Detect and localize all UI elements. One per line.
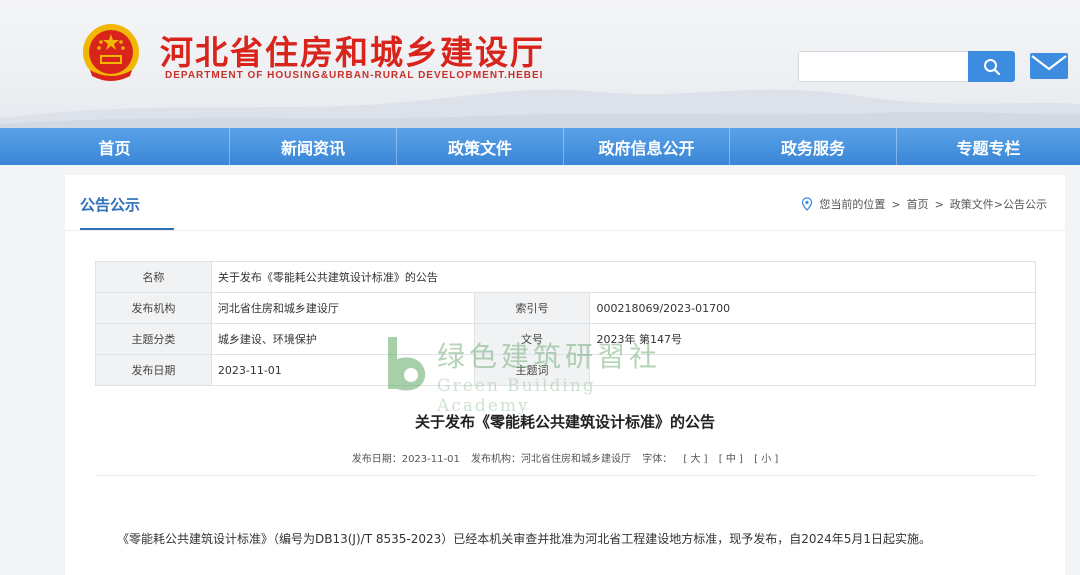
document-title: 关于发布《零能耗公共建筑设计标准》的公告: [414, 413, 715, 431]
document-body: 《零能耗公共建筑设计标准》（编号为DB13(J)/T 8535-2023）已经本…: [117, 532, 932, 546]
breadcrumb: 您当前的位置 > 首页 > 政策文件>公告公示: [801, 196, 1047, 212]
document-org: 发布机构：河北省住房和城乡建设厅: [471, 454, 632, 465]
nav-item-news[interactable]: 新闻资讯: [230, 128, 397, 165]
divider: [95, 475, 1036, 476]
search-icon: [983, 58, 1000, 75]
location-pin-icon: [802, 197, 813, 211]
font-size-small-button[interactable]: [ 小 ]: [754, 454, 778, 465]
breadcrumb-separator: >: [934, 197, 944, 211]
main-nav: 首页 新闻资讯 政策文件 政府信息公开 政务服务 专题专栏: [0, 128, 1080, 165]
meta-value-index: 000218069/2023-01700: [589, 292, 1036, 324]
mail-icon[interactable]: [1029, 52, 1069, 80]
search-button[interactable]: [968, 51, 1015, 82]
nav-item-home[interactable]: 首页: [0, 128, 230, 165]
breadcrumb-prefix: 您当前的位置: [819, 198, 886, 211]
nav-item-policy[interactable]: 政策文件: [397, 128, 564, 165]
meta-value-name: 关于发布《零能耗公共建筑设计标准》的公告: [210, 261, 1037, 293]
nav-item-topics[interactable]: 专题专栏: [897, 128, 1080, 165]
meta-value-docno: 2023年 第147号: [589, 323, 1036, 355]
national-emblem-icon[interactable]: [80, 22, 142, 84]
table-row: 主题分类 城乡建设、环境保护 文号 2023年 第147号: [95, 323, 1036, 355]
tab-announcements[interactable]: 公告公示: [80, 194, 140, 215]
document-meta-line: 发布日期：2023-11-01 发布机构：河北省住房和城乡建设厅 字体： [ 大…: [65, 450, 1065, 465]
meta-label-topic: 主题分类: [95, 323, 212, 355]
document-date: 发布日期：2023-11-01: [351, 454, 460, 465]
meta-label-org: 发布机构: [95, 292, 212, 324]
divider: [65, 230, 1065, 231]
meta-value-keyword: [589, 354, 1036, 386]
meta-label-keyword: 主题词: [473, 354, 591, 386]
breadcrumb-home[interactable]: 首页: [907, 196, 929, 212]
table-row: 发布机构 河北省住房和城乡建设厅 索引号 000218069/2023-0170…: [95, 292, 1036, 324]
meta-label-name: 名称: [95, 261, 212, 293]
table-row: 发布日期 2023-11-01 主题词: [95, 354, 1036, 386]
font-size-label: 字体：: [642, 454, 673, 465]
site-title[interactable]: 河北省住房和城乡建设厅: [160, 26, 545, 74]
site-header: 河北省住房和城乡建设厅 DEPARTMENT OF HOUSING&URBAN-…: [0, 0, 1080, 128]
breadcrumb-separator: >: [891, 197, 901, 211]
search-input[interactable]: [798, 51, 970, 82]
table-row: 名称 关于发布《零能耗公共建筑设计标准》的公告: [95, 261, 1037, 293]
meta-value-org: 河北省住房和城乡建设厅: [210, 292, 475, 324]
meta-label-index: 索引号: [473, 292, 591, 324]
meta-label-docno: 文号: [473, 323, 591, 355]
font-size-medium-button[interactable]: [ 中 ]: [719, 454, 743, 465]
meta-label-date: 发布日期: [95, 354, 212, 386]
site-subtitle: DEPARTMENT OF HOUSING&URBAN-RURAL DEVELO…: [165, 70, 544, 81]
nav-item-gov-info[interactable]: 政府信息公开: [564, 128, 730, 165]
meta-value-date: 2023-11-01: [210, 354, 475, 386]
document-meta-table: 名称 关于发布《零能耗公共建筑设计标准》的公告 发布机构 河北省住房和城乡建设厅…: [95, 261, 1037, 386]
content-panel: 公告公示 您当前的位置 > 首页 > 政策文件>公告公示 名称 关于发布《零能耗…: [65, 175, 1065, 575]
nav-item-services[interactable]: 政务服务: [730, 128, 897, 165]
font-size-large-button[interactable]: [ 大 ]: [683, 454, 707, 465]
meta-value-topic: 城乡建设、环境保护: [210, 323, 475, 355]
breadcrumb-section[interactable]: 政策文件>公告公示: [950, 196, 1047, 212]
